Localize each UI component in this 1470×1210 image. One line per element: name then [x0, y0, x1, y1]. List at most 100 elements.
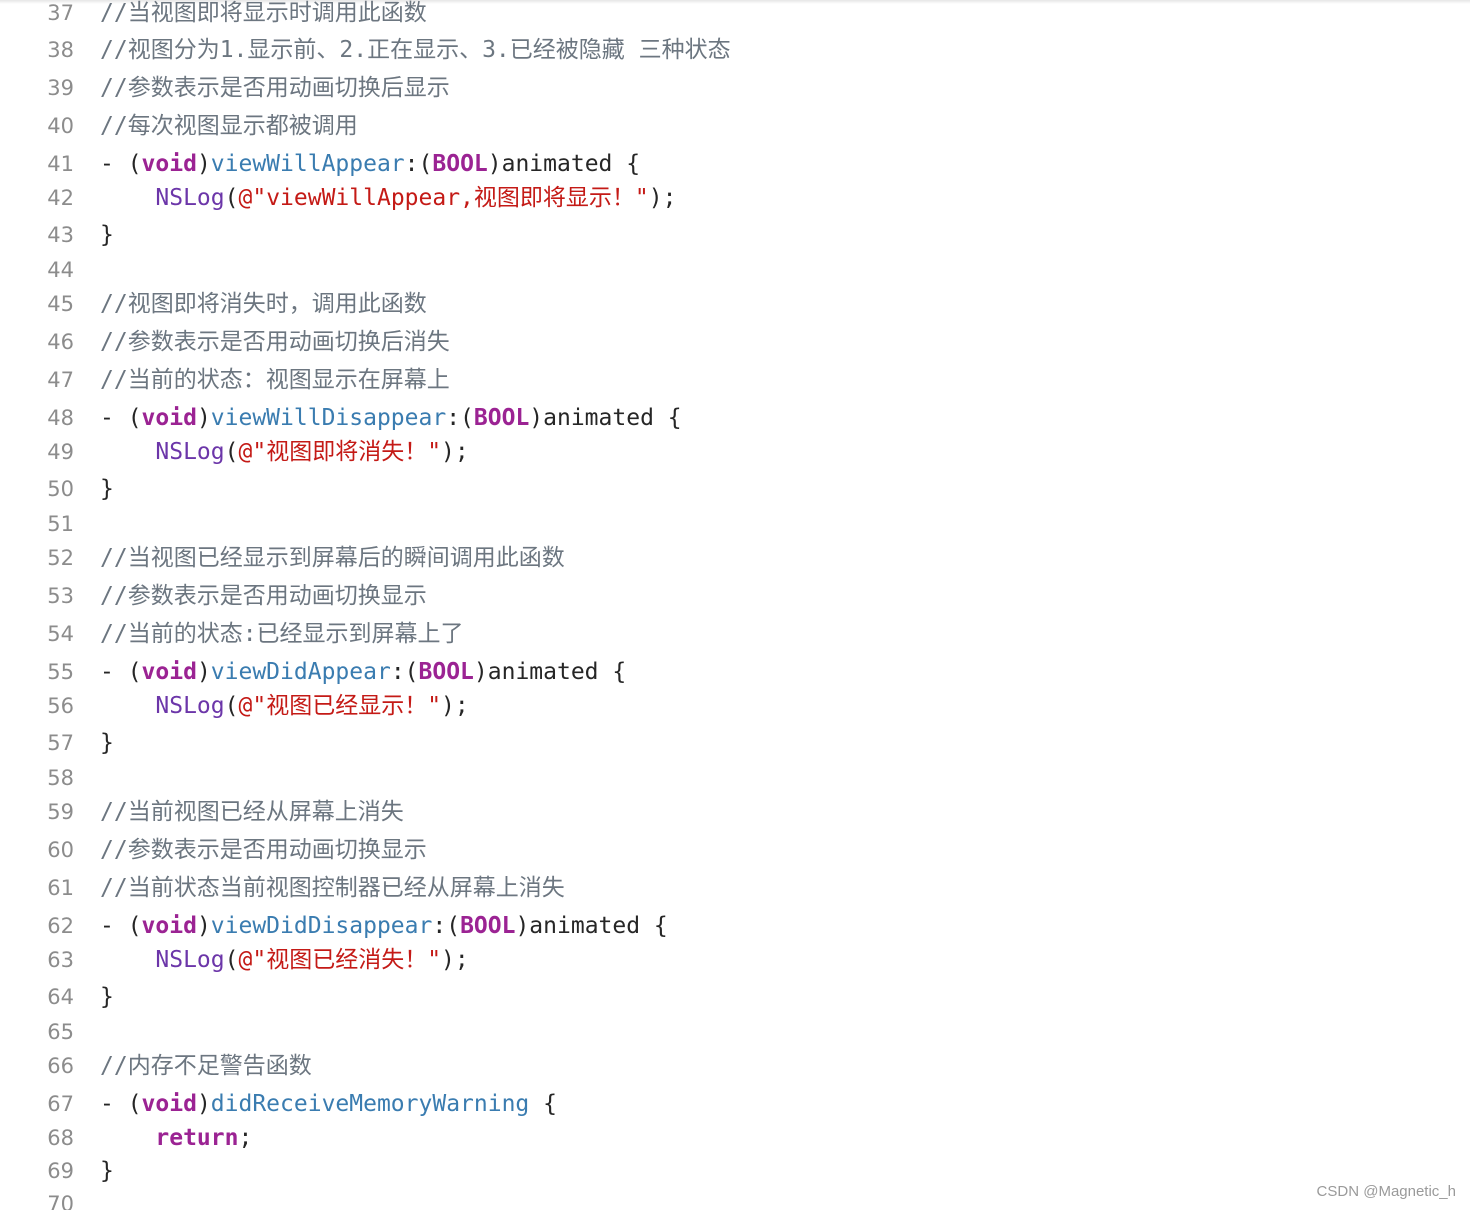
code-line: 42 NSLog(@"viewWillAppear,视图即将显示！"); — [0, 181, 1470, 215]
line-code: } — [100, 726, 114, 760]
code-token-kw: BOOL — [460, 913, 516, 939]
line-code: } — [100, 472, 114, 506]
code-line: 68 return; — [0, 1121, 1470, 1155]
code-token-kw: void — [141, 1091, 197, 1117]
code-line: 61 //当前状态当前视图控制器已经从屏幕上消失 — [0, 871, 1470, 905]
code-token-plain: - ( — [100, 659, 142, 685]
code-token-plain: :( — [390, 659, 419, 685]
line-code: //当视图即将显示时调用此函数 — [100, 0, 427, 30]
code-editor[interactable]: 37 //当视图即将显示时调用此函数 38 //视图分为1.显示前、2.正在显示、3.… — [0, 0, 1470, 1210]
code-token-plain: } — [100, 1158, 114, 1184]
code-token-cmt: //当视图已经显示到屏幕后的瞬间调用此函数 — [100, 545, 565, 571]
code-line: 55 - (void)viewDidAppear:(BOOL)animated { — [0, 655, 1470, 689]
line-code: //参数表示是否用动画切换显示 — [100, 833, 427, 867]
code-token-plain: ) — [196, 151, 211, 177]
line-code: //每次视图显示都被调用 — [100, 109, 358, 143]
code-line: 46 //参数表示是否用动画切换后消失 — [0, 325, 1470, 359]
line-code: //当前的状态:已经显示到屏幕上了 — [100, 617, 464, 651]
code-token-plain: - ( — [100, 1091, 142, 1117]
code-token-nslog: NSLog — [155, 693, 225, 719]
line-number: 60 — [47, 838, 74, 862]
code-token-plain: ( — [224, 693, 239, 719]
line-code: //参数表示是否用动画切换显示 — [100, 579, 427, 613]
line-code: NSLog(@"viewWillAppear,视图即将显示！"); — [100, 181, 676, 215]
line-code: //当前视图已经从屏幕上消失 — [100, 795, 404, 829]
code-token-cmt: //当视图即将显示时调用此函数 — [100, 0, 427, 26]
code-line: 60 //参数表示是否用动画切换显示 — [0, 833, 1470, 867]
code-token-cmt: //参数表示是否用动画切换后显示 — [100, 75, 450, 101]
code-line: 40 //每次视图显示都被调用 — [0, 109, 1470, 143]
code-token-plain: ) — [196, 659, 211, 685]
code-token-plain: ( — [224, 185, 239, 211]
code-token-cmt: //每次视图显示都被调用 — [100, 113, 358, 139]
code-line: 69} — [0, 1154, 1470, 1188]
line-code: NSLog(@"视图已经显示！"); — [100, 689, 468, 723]
code-token-plain: } — [100, 730, 114, 756]
code-line: 64} — [0, 980, 1470, 1014]
code-token-nslog: NSLog — [155, 947, 225, 973]
line-number: 53 — [47, 584, 74, 608]
code-token-plain: )animated { — [473, 659, 627, 685]
code-token-plain: ; — [238, 1125, 253, 1151]
code-token-str: @"viewWillAppear,视图即将显示！" — [238, 185, 649, 211]
code-token-kw: return — [155, 1125, 239, 1151]
code-line: 45 //视图即将消失时，调用此函数 — [0, 287, 1470, 321]
line-code: //当视图已经显示到屏幕后的瞬间调用此函数 — [100, 541, 565, 575]
line-code: NSLog(@"视图即将消失！"); — [100, 435, 468, 469]
code-line: 52 //当视图已经显示到屏幕后的瞬间调用此函数 — [0, 541, 1470, 575]
code-line: 58 — [0, 761, 1470, 795]
line-code: - (void)viewWillDisappear:(BOOL)animated… — [100, 401, 682, 435]
line-number: 44 — [47, 258, 74, 282]
line-code: //参数表示是否用动画切换后消失 — [100, 325, 450, 359]
code-token-plain: :( — [446, 405, 474, 431]
line-number: 58 — [47, 766, 74, 790]
line-code: - (void)viewWillAppear:(BOOL)animated { — [100, 147, 640, 181]
code-line: 65 — [0, 1015, 1470, 1049]
line-number: 46 — [47, 330, 74, 354]
code-token-plain: ) — [196, 405, 211, 431]
line-number: 50 — [47, 477, 74, 501]
code-token-str: @"视图已经显示！" — [238, 693, 442, 719]
line-number: 64 — [47, 985, 74, 1009]
line-number: 65 — [47, 1020, 74, 1044]
line-number: 57 — [47, 731, 74, 755]
line-number: 63 — [47, 948, 74, 972]
code-line: 67 - (void)didReceiveMemoryWarning { — [0, 1087, 1470, 1121]
line-number: 62 — [47, 914, 74, 938]
code-token-plain: ); — [441, 947, 469, 973]
code-token-fn: didReceiveMemoryWarning — [210, 1091, 530, 1117]
line-code: //内存不足警告函数 — [100, 1049, 312, 1083]
code-token-kw: void — [141, 151, 197, 177]
line-number: 37 — [47, 1, 74, 25]
code-token-nslog: NSLog — [155, 439, 225, 465]
line-number: 68 — [47, 1126, 74, 1150]
code-token-plain: )animated { — [515, 913, 668, 939]
code-line: 53 //参数表示是否用动画切换显示 — [0, 579, 1470, 613]
line-code: //视图即将消失时，调用此函数 — [100, 287, 427, 321]
code-token-cmt: //当前视图已经从屏幕上消失 — [100, 799, 404, 825]
line-number: 51 — [47, 512, 74, 536]
code-line: 51 — [0, 507, 1470, 541]
line-number: 54 — [47, 622, 74, 646]
line-code: return; — [100, 1121, 252, 1155]
line-code: //参数表示是否用动画切换后显示 — [100, 71, 450, 105]
code-token-nslog: NSLog — [155, 185, 225, 211]
code-line: 57} — [0, 726, 1470, 760]
code-line: 50} — [0, 472, 1470, 506]
line-number: 56 — [47, 694, 74, 718]
code-line: 41 - (void)viewWillAppear:(BOOL)animated … — [0, 147, 1470, 181]
code-token-plain: - ( — [100, 151, 142, 177]
line-number: 69 — [47, 1159, 74, 1183]
code-token-plain: - ( — [100, 405, 142, 431]
code-token-plain: :( — [432, 913, 461, 939]
code-token-fn: viewWillAppear — [210, 151, 405, 177]
line-number: 59 — [47, 800, 74, 824]
code-token-plain: ) — [196, 913, 211, 939]
code-line: 59 //当前视图已经从屏幕上消失 — [0, 795, 1470, 829]
code-token-kw: BOOL — [473, 405, 530, 431]
code-token-cmt: //参数表示是否用动画切换显示 — [100, 837, 427, 863]
